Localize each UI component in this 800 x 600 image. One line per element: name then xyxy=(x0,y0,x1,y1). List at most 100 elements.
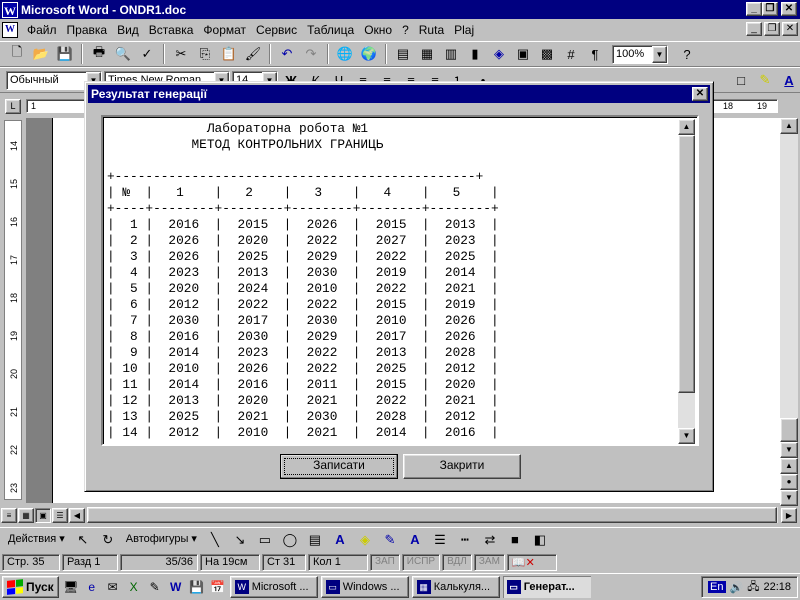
menu-insert[interactable]: Вставка xyxy=(144,23,199,37)
memo-vertical-scrollbar[interactable]: ▲ ▼ xyxy=(678,119,695,444)
document-vertical-scrollbar[interactable]: ▲ ▼ ▲ ● ▼ xyxy=(780,118,798,506)
next-page-button[interactable]: ▼ xyxy=(780,490,798,506)
3d-icon[interactable]: ◧ xyxy=(529,529,551,551)
excel-icon[interactable]: X xyxy=(125,578,143,596)
app-titlebar[interactable]: W Microsoft Word - ONDR1.doc _ ❐ ✕ xyxy=(0,0,800,19)
oval-icon[interactable]: ◯ xyxy=(279,529,301,551)
report-memo[interactable]: Лабораторна робота №1 МЕТОД КОНТРОЛЬНИХ … xyxy=(101,115,699,446)
menu-file[interactable]: Файл xyxy=(22,23,62,37)
status-ext[interactable]: ВДЛ xyxy=(442,553,472,571)
arrow-icon[interactable]: ↘ xyxy=(229,529,251,551)
scroll-thumb[interactable] xyxy=(780,418,798,442)
frontpage-icon[interactable]: ✎ xyxy=(146,578,164,596)
internet-explorer-icon[interactable]: e xyxy=(83,578,101,596)
calendar-icon[interactable]: 📅 xyxy=(209,578,227,596)
font-color-icon[interactable]: A xyxy=(404,529,426,551)
dash-style-icon[interactable]: ┅ xyxy=(454,529,476,551)
highlight-icon[interactable]: ✎ xyxy=(754,69,776,91)
insert-excel-icon[interactable]: ▥ xyxy=(440,43,462,65)
document-map-icon[interactable]: ▣ xyxy=(512,43,534,65)
copy-icon[interactable]: ⎘ xyxy=(194,43,216,65)
outlook-icon[interactable]: ✉ xyxy=(104,578,122,596)
print-preview-icon[interactable]: 🔍 xyxy=(112,43,134,65)
volume-icon[interactable]: 🔊 xyxy=(730,581,744,594)
tables-borders-icon[interactable]: ▤ xyxy=(392,43,414,65)
doc-restore-button[interactable]: ❐ xyxy=(764,22,780,36)
vertical-ruler[interactable]: 14 15 16 17 18 19 20 21 22 23 xyxy=(4,120,22,500)
format-painter-icon[interactable]: 🖌 xyxy=(242,43,264,65)
memo-scroll-down-button[interactable]: ▼ xyxy=(678,428,695,444)
horizontal-scrollbar-track[interactable] xyxy=(87,507,778,523)
network-icon[interactable]: 🖧 xyxy=(747,578,759,597)
menu-edit[interactable]: Правка xyxy=(62,23,113,37)
menu-plaj[interactable]: Plaj xyxy=(449,23,479,37)
text-box-icon[interactable]: ▤ xyxy=(304,529,326,551)
show-desktop-icon[interactable]: 🖥 xyxy=(62,578,80,596)
line-icon[interactable]: ╲ xyxy=(204,529,226,551)
shadow-icon[interactable]: ■ xyxy=(504,529,526,551)
status-rec[interactable]: ЗАП xyxy=(370,553,400,571)
spelling-icon[interactable]: ✓ xyxy=(136,43,158,65)
save-button[interactable]: Записати xyxy=(280,454,398,479)
status-ovr[interactable]: ЗАМ xyxy=(473,553,505,571)
scroll-left-button[interactable]: ◀ xyxy=(69,507,85,523)
web-toolbar-icon[interactable]: 🌍 xyxy=(358,43,380,65)
start-button[interactable]: Пуск xyxy=(2,576,59,598)
status-trk[interactable]: ИСПР xyxy=(401,553,441,571)
zoom-combo[interactable]: 100% ▼ xyxy=(612,44,668,64)
show-formatting-icon[interactable]: ¶ xyxy=(584,43,606,65)
redo-icon[interactable]: ↷ xyxy=(300,43,322,65)
previous-page-button[interactable]: ▲ xyxy=(780,458,798,474)
task-calculator[interactable]: ▦ Калькуля... xyxy=(411,576,500,598)
close-dialog-button[interactable]: Закрити xyxy=(403,454,521,479)
office-assistant-icon[interactable]: ? xyxy=(676,43,698,65)
new-document-icon[interactable]: 🗋 xyxy=(6,43,28,65)
select-objects-icon[interactable]: ↖ xyxy=(72,529,94,551)
menu-ruta[interactable]: Ruta xyxy=(414,23,449,37)
outline-view-button[interactable]: ☰ xyxy=(52,507,68,523)
fill-color-icon[interactable]: ◈ xyxy=(354,529,376,551)
line-color-icon[interactable]: ✎ xyxy=(379,529,401,551)
print-layout-view-button[interactable]: ▣ xyxy=(35,507,51,523)
horizontal-scroll-thumb[interactable] xyxy=(87,507,777,523)
menu-view[interactable]: Вид xyxy=(112,23,144,37)
task-microsoft-word[interactable]: W Microsoft ... xyxy=(229,576,318,598)
select-browse-object-button[interactable]: ● xyxy=(780,474,798,490)
scroll-right-button[interactable]: ▶ xyxy=(781,507,797,523)
save-icon[interactable]: 💾 xyxy=(54,43,76,65)
word-app-icon[interactable]: W xyxy=(2,1,18,18)
task-generator[interactable]: ▭ Генерат... xyxy=(502,576,591,598)
rectangle-icon[interactable]: ▭ xyxy=(254,529,276,551)
save-icon[interactable]: 💾 xyxy=(188,578,206,596)
arrow-style-icon[interactable]: ⇄ xyxy=(479,529,501,551)
memo-scroll-up-button[interactable]: ▲ xyxy=(678,119,695,135)
minimize-button[interactable]: _ xyxy=(746,2,762,16)
close-button[interactable]: ✕ xyxy=(781,2,797,16)
line-style-icon[interactable]: ☰ xyxy=(429,529,451,551)
scroll-up-button[interactable]: ▲ xyxy=(780,118,798,134)
insert-table-icon[interactable]: ▦ xyxy=(416,43,438,65)
doc-minimize-button[interactable]: _ xyxy=(746,22,762,36)
autoshapes-menu[interactable]: Автофигуры ▾ xyxy=(122,531,201,548)
free-rotate-icon[interactable]: ↻ xyxy=(97,529,119,551)
menu-tools[interactable]: Сервис xyxy=(251,23,302,37)
menu-format[interactable]: Формат xyxy=(198,23,251,37)
clock[interactable]: 22:18 xyxy=(763,581,791,593)
maximize-button[interactable]: ❐ xyxy=(762,2,778,16)
cut-icon[interactable]: ✂ xyxy=(170,43,192,65)
columns-icon[interactable]: ▮ xyxy=(464,43,486,65)
document-icon[interactable]: W xyxy=(2,22,18,38)
menu-table[interactable]: Таблица xyxy=(302,23,359,37)
print-icon[interactable]: 🖶 xyxy=(88,43,110,65)
scroll-down-button[interactable]: ▼ xyxy=(780,442,798,458)
memo-scroll-thumb[interactable] xyxy=(678,135,695,393)
language-indicator[interactable]: En xyxy=(708,581,726,593)
open-folder-icon[interactable]: 📂 xyxy=(30,43,52,65)
dialog-close-button[interactable]: ✕ xyxy=(692,87,708,101)
hyperlink-icon[interactable]: 🌐 xyxy=(334,43,356,65)
draw-actions-menu[interactable]: Действия ▾ xyxy=(4,531,69,548)
paste-icon[interactable]: 📋 xyxy=(218,43,240,65)
menu-help[interactable]: ? xyxy=(397,23,414,37)
picture-icon[interactable]: ▩ xyxy=(536,43,558,65)
spelling-status-icon[interactable]: 📖✕ xyxy=(506,553,557,571)
